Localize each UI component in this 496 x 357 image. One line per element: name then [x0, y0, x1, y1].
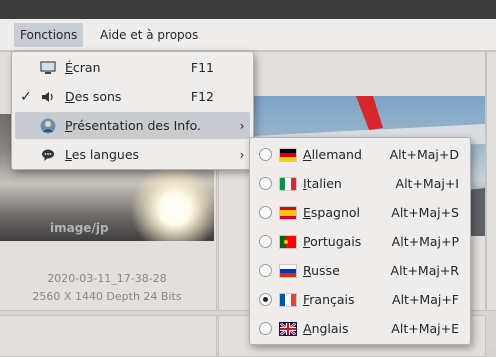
radio-button[interactable] — [258, 235, 272, 248]
thumbnail-watermark: image/jp — [50, 221, 109, 235]
language-label: Russe — [303, 263, 340, 278]
flag-portugal-icon — [277, 234, 299, 249]
thumbnail-info: 2560 X 1440 Depth 24 Bits — [32, 290, 182, 303]
menu-item-label: Les langues — [65, 147, 140, 162]
language-item-portugais[interactable]: Portugais Alt+Maj+P — [253, 227, 467, 256]
menu-item-langues[interactable]: Les langues › — [15, 141, 250, 168]
user-avatar-icon — [37, 118, 59, 134]
language-item-espagnol[interactable]: Espagnol Alt+Maj+S — [253, 198, 467, 227]
menu-item-label: Présentation des Info. — [65, 118, 202, 133]
language-shortcut: Alt+Maj+R — [390, 263, 459, 278]
window-titlebar — [0, 0, 496, 19]
radio-button[interactable] — [258, 177, 272, 190]
chevron-right-icon: › — [239, 118, 245, 133]
speaker-icon — [37, 91, 59, 103]
language-item-francais[interactable]: Français Alt+Maj+F — [253, 285, 467, 314]
language-shortcut: Alt+Maj+D — [389, 147, 459, 162]
flag-italy-icon — [277, 176, 299, 191]
radio-button[interactable] — [258, 322, 272, 335]
menu-fonctions[interactable]: Fonctions — [14, 23, 84, 47]
language-label: Espagnol — [303, 205, 360, 220]
language-shortcut: Alt+Maj+P — [391, 234, 459, 249]
language-shortcut: Alt+Maj+F — [392, 292, 459, 307]
language-shortcut: Alt+Maj+S — [391, 205, 459, 220]
speech-bubble-icon — [37, 148, 59, 162]
radio-button[interactable] — [258, 148, 272, 161]
language-label: Italien — [303, 176, 342, 191]
menu-item-des-sons[interactable]: ✓ Des sons F12 — [15, 83, 250, 110]
fonctions-menu: Écran F11 ✓ Des sons F12 Présentation de… — [11, 51, 254, 170]
menubar: Fonctions Aide et à propos — [0, 19, 496, 51]
monitor-icon — [37, 60, 59, 75]
language-shortcut: Alt+Maj+E — [391, 321, 459, 336]
language-label: Portugais — [303, 234, 362, 249]
menu-aide[interactable]: Aide et à propos — [94, 23, 204, 47]
thumbnail-tile[interactable] — [0, 315, 217, 357]
language-item-russe[interactable]: Russe Alt+Maj+R — [253, 256, 467, 285]
checkmark-icon: ✓ — [20, 88, 32, 105]
language-label: Anglais — [303, 321, 349, 336]
menu-item-ecran[interactable]: Écran F11 — [15, 54, 250, 81]
language-item-italien[interactable]: Italien Alt+Maj+I — [253, 169, 467, 198]
radio-button-selected[interactable] — [258, 293, 272, 306]
chevron-right-icon: › — [239, 147, 245, 162]
thumbnail-tile-edge — [486, 51, 496, 311]
language-label: Allemand — [303, 147, 362, 162]
thumbnail-date: 2020-03-11_17-38-28 — [47, 272, 167, 285]
menu-item-label: Écran — [65, 60, 101, 75]
menu-item-shortcut: F11 — [190, 60, 214, 75]
radio-button[interactable] — [258, 264, 272, 277]
flag-spain-icon — [277, 205, 299, 220]
language-item-allemand[interactable]: Allemand Alt+Maj+D — [253, 140, 467, 169]
flag-russia-icon — [277, 263, 299, 278]
menu-item-shortcut: F12 — [190, 89, 214, 104]
flag-germany-icon — [277, 147, 299, 162]
language-label: Français — [303, 292, 355, 307]
flag-uk-icon — [277, 321, 299, 336]
languages-submenu: Allemand Alt+Maj+D Italien Alt+Maj+I Esp… — [249, 137, 471, 345]
language-shortcut: Alt+Maj+I — [395, 176, 459, 191]
flag-france-icon — [277, 292, 299, 307]
radio-button[interactable] — [258, 206, 272, 219]
menu-item-presentation[interactable]: Présentation des Info. › — [15, 112, 250, 139]
language-item-anglais[interactable]: Anglais Alt+Maj+E — [253, 314, 467, 343]
menu-item-label: Des sons — [65, 89, 122, 104]
